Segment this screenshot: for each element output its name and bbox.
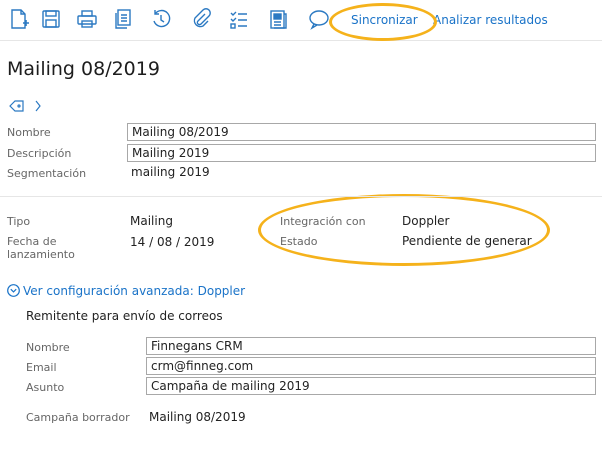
estado-label: Estado — [280, 235, 318, 248]
page-title: Mailing 08/2019 — [7, 58, 160, 80]
report-icon[interactable] — [267, 8, 289, 30]
asunto-field[interactable] — [146, 377, 596, 395]
history-icon[interactable] — [150, 8, 172, 30]
segmentacion-label: Segmentación — [7, 167, 87, 180]
nombre-label: Nombre — [7, 126, 51, 139]
descripcion-field[interactable] — [127, 144, 596, 162]
sender-email-label: Email — [26, 361, 57, 374]
nombre-field[interactable] — [127, 123, 596, 141]
estado-value: Pendiente de generar — [402, 234, 532, 248]
sender-section-title: Remitente para envío de correos — [26, 309, 223, 323]
sender-email-field[interactable] — [146, 357, 596, 375]
save-icon[interactable] — [40, 8, 62, 30]
fecha-label-line2: lanzamiento — [7, 248, 75, 261]
analyze-results-button[interactable]: Analizar resultados — [433, 13, 548, 27]
tag-icon[interactable] — [9, 97, 24, 116]
new-document-icon[interactable] — [8, 8, 30, 30]
advanced-config-toggle[interactable]: Ver configuración avanzada: Doppler — [7, 284, 245, 300]
integracion-value: Doppler — [402, 214, 450, 228]
tipo-label: Tipo — [7, 215, 31, 228]
descripcion-label: Descripción — [7, 147, 72, 160]
checklist-icon[interactable] — [228, 8, 250, 30]
advanced-config-label: Ver configuración avanzada: Doppler — [23, 284, 246, 298]
sender-nombre-label: Nombre — [26, 341, 70, 354]
comment-icon[interactable] — [308, 8, 330, 30]
sender-nombre-field[interactable] — [146, 337, 596, 355]
fecha-label-line1: Fecha de — [7, 235, 57, 248]
copy-icon[interactable] — [112, 8, 134, 30]
sync-button[interactable]: Sincronizar — [351, 13, 418, 27]
attach-icon[interactable] — [190, 8, 212, 30]
segmentacion-value: mailing 2019 — [131, 165, 210, 179]
toolbar: Sincronizar Analizar resultados — [0, 0, 602, 41]
integration-highlight — [258, 194, 550, 266]
campana-borrador-value: Mailing 08/2019 — [149, 410, 246, 424]
asunto-label: Asunto — [26, 381, 65, 394]
tipo-value: Mailing — [130, 214, 173, 228]
section-divider — [0, 196, 602, 197]
print-icon[interactable] — [76, 8, 98, 30]
fecha-value: 14 / 08 / 2019 — [130, 235, 215, 249]
campana-borrador-label: Campaña borrador — [26, 411, 130, 424]
chevron-down-circle-icon — [7, 284, 20, 300]
integracion-label: Integración con — [280, 215, 366, 228]
tags-row — [9, 96, 42, 114]
chevron-right-icon[interactable] — [34, 97, 42, 116]
